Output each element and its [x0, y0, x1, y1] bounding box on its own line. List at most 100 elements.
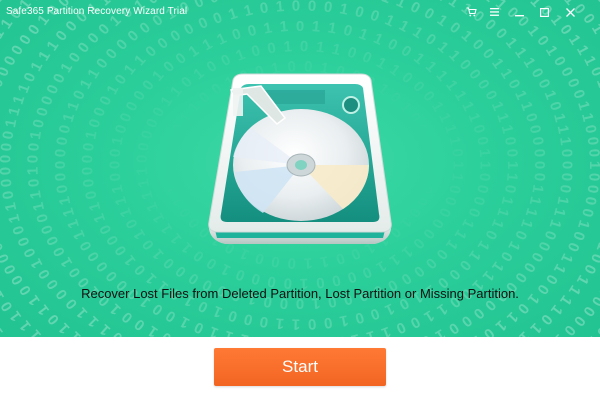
svg-text:1: 1	[517, 100, 536, 113]
svg-text:1: 1	[90, 211, 109, 225]
svg-text:0: 0	[469, 123, 488, 135]
svg-text:0: 0	[407, 313, 422, 332]
svg-text:0: 0	[258, 313, 269, 331]
svg-text:1: 1	[24, 167, 41, 176]
svg-text:0: 0	[162, 172, 180, 182]
svg-text:0: 0	[169, 122, 188, 136]
svg-text:0: 0	[410, 262, 427, 280]
svg-text:1: 1	[526, 195, 544, 207]
svg-text:0: 0	[564, 76, 583, 90]
svg-text:0: 0	[242, 310, 254, 329]
svg-text:1: 1	[2, 118, 20, 129]
svg-text:0: 0	[584, 136, 600, 146]
svg-text:0: 0	[560, 322, 578, 337]
svg-text:1: 1	[398, 243, 416, 261]
svg-text:0: 0	[161, 161, 178, 169]
svg-text:0: 0	[131, 315, 148, 334]
svg-text:0: 0	[556, 184, 574, 194]
svg-text:0: 0	[398, 69, 416, 87]
svg-text:0: 0	[541, 228, 560, 242]
minimize-icon[interactable]	[510, 4, 528, 20]
svg-text:1: 1	[550, 112, 568, 124]
svg-text:1: 1	[382, 300, 397, 319]
svg-text:0: 0	[469, 195, 488, 207]
hard-drive-icon	[208, 73, 392, 244]
svg-text:0: 0	[585, 148, 600, 157]
svg-text:0: 0	[360, 48, 375, 67]
svg-text:0: 0	[21, 70, 40, 84]
svg-text:0: 0	[123, 216, 142, 231]
svg-text:1: 1	[477, 161, 494, 169]
svg-text:0: 0	[412, 194, 431, 208]
svg-text:1: 1	[574, 218, 593, 231]
svg-text:1: 1	[365, 327, 378, 337]
svg-text:0: 0	[33, 106, 52, 119]
menu-icon[interactable]	[485, 4, 503, 20]
svg-text:0: 0	[353, 308, 366, 327]
svg-text:1: 1	[292, 315, 301, 332]
svg-text:0: 0	[421, 148, 439, 158]
cart-icon[interactable]	[462, 4, 480, 20]
svg-text:1: 1	[30, 201, 48, 213]
svg-text:0: 0	[230, 25, 244, 44]
svg-text:0: 0	[160, 58, 178, 76]
svg-text:0: 0	[557, 65, 576, 80]
svg-text:1: 1	[233, 46, 247, 65]
svg-text:1: 1	[511, 88, 530, 102]
svg-text:0: 0	[96, 222, 115, 237]
svg-text:1: 1	[546, 217, 565, 230]
start-button[interactable]: Start	[214, 348, 386, 386]
svg-text:0: 0	[25, 142, 43, 152]
svg-text:0: 0	[176, 205, 195, 221]
svg-text:0: 0	[558, 148, 575, 157]
svg-text:1: 1	[503, 308, 521, 326]
svg-text:1: 1	[109, 183, 127, 194]
svg-text:1: 1	[149, 67, 167, 84]
svg-text:0: 0	[526, 124, 544, 136]
svg-text:1: 1	[275, 314, 285, 332]
maximize-icon[interactable]	[535, 4, 553, 20]
svg-text:0: 0	[266, 39, 277, 57]
svg-text:1: 1	[379, 323, 393, 337]
svg-text:0: 0	[0, 190, 17, 201]
svg-text:1: 1	[432, 325, 448, 337]
svg-text:0: 0	[38, 223, 57, 236]
svg-text:0: 0	[345, 267, 358, 286]
hero-message: Recover Lost Files from Deleted Partitio…	[81, 286, 519, 301]
svg-text:0: 0	[323, 314, 334, 332]
svg-text:0: 0	[0, 142, 16, 152]
svg-text:1: 1	[517, 217, 536, 230]
svg-text:0: 0	[143, 116, 162, 130]
close-icon[interactable]	[561, 4, 579, 20]
svg-text:0: 0	[405, 110, 424, 126]
svg-text:1: 1	[10, 93, 29, 106]
svg-text:1: 1	[493, 206, 512, 219]
svg-text:0: 0	[503, 148, 521, 158]
svg-text:1: 1	[488, 217, 507, 231]
svg-text:0: 0	[15, 235, 34, 249]
svg-text:1: 1	[574, 99, 593, 112]
svg-text:1: 1	[162, 148, 180, 158]
svg-text:0: 0	[417, 183, 436, 195]
svg-text:0: 0	[24, 155, 41, 164]
svg-text:1: 1	[167, 83, 186, 100]
svg-text:0: 0	[107, 172, 125, 182]
svg-text:1: 1	[5, 105, 24, 117]
svg-text:1: 1	[556, 136, 574, 146]
svg-text:1: 1	[580, 53, 599, 68]
svg-text:0: 0	[569, 88, 588, 101]
svg-text:1: 1	[164, 183, 183, 195]
svg-text:1: 1	[60, 111, 79, 124]
svg-text:0: 0	[435, 205, 454, 219]
svg-text:1: 1	[529, 184, 547, 195]
svg-text:1: 1	[498, 123, 516, 135]
svg-text:1: 1	[330, 41, 342, 59]
svg-text:0: 0	[470, 304, 488, 322]
svg-text:1: 1	[373, 54, 389, 73]
svg-text:0: 0	[584, 184, 600, 194]
svg-text:0: 0	[422, 161, 439, 169]
svg-text:0: 0	[33, 212, 52, 225]
svg-text:0: 0	[149, 105, 168, 120]
svg-text:1: 1	[2, 201, 20, 212]
svg-text:0: 0	[385, 35, 401, 54]
